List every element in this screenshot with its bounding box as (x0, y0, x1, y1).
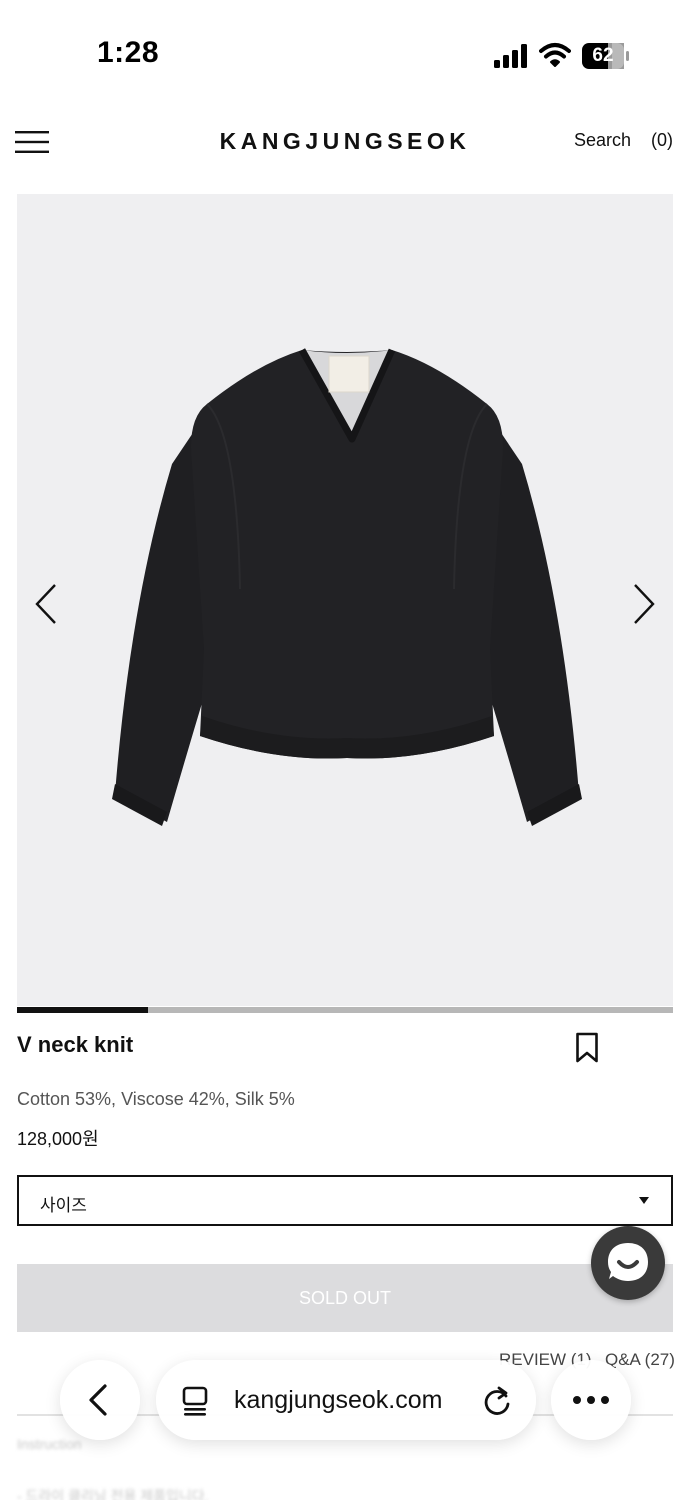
product-material: Cotton 53%, Viscose 42%, Silk 5% (17, 1089, 295, 1109)
gallery-progress-track (17, 1007, 673, 1013)
status-bar: 1:28 62 (0, 0, 690, 110)
browser-url[interactable]: kangjungseok.com (234, 1386, 442, 1415)
caret-down-icon (639, 1197, 649, 1204)
wifi-icon (539, 43, 571, 67)
sold-out-label: SOLD OUT (298, 1288, 391, 1308)
chat-button[interactable] (591, 1226, 665, 1300)
sold-out-button[interactable]: SOLD OUT (17, 1264, 673, 1332)
chevron-left-icon[interactable] (33, 582, 59, 626)
reload-icon[interactable] (482, 1384, 512, 1416)
product-price: 128,000원 (17, 1129, 99, 1149)
chevron-right-icon[interactable] (631, 582, 657, 626)
gallery-progress-fill (17, 1007, 149, 1013)
size-select[interactable]: 사이즈 (17, 1175, 673, 1226)
product-image-gallery[interactable] (17, 194, 673, 1006)
product-photo-sweater (112, 348, 582, 826)
instruction-heading: Instruction (17, 1436, 82, 1452)
signal-icon (494, 44, 527, 68)
bookmark-icon[interactable] (575, 1032, 599, 1064)
tab-qna[interactable]: Q&A (27) (605, 1350, 675, 1370)
search-link[interactable]: Search (574, 130, 631, 151)
battery-level: 62 (592, 45, 614, 66)
site-header: KANGJUNGSEOK Search (0) (0, 110, 690, 174)
chat-icon (608, 1243, 648, 1281)
browser-more-button[interactable] (551, 1360, 631, 1440)
product-title: V neck knit (17, 1032, 134, 1057)
instruction-line: - 드라이 클리닝 전용 제품입니다. (17, 1488, 209, 1500)
tabs-icon[interactable] (181, 1386, 209, 1416)
back-icon (89, 1384, 107, 1416)
more-icon (573, 1396, 609, 1404)
status-time: 1:28 (97, 36, 160, 69)
browser-back-button[interactable] (60, 1360, 140, 1440)
cart-link[interactable]: (0) (651, 130, 673, 151)
size-select-label: 사이즈 (40, 1196, 87, 1215)
browser-address-bar[interactable]: kangjungseok.com (156, 1360, 536, 1440)
